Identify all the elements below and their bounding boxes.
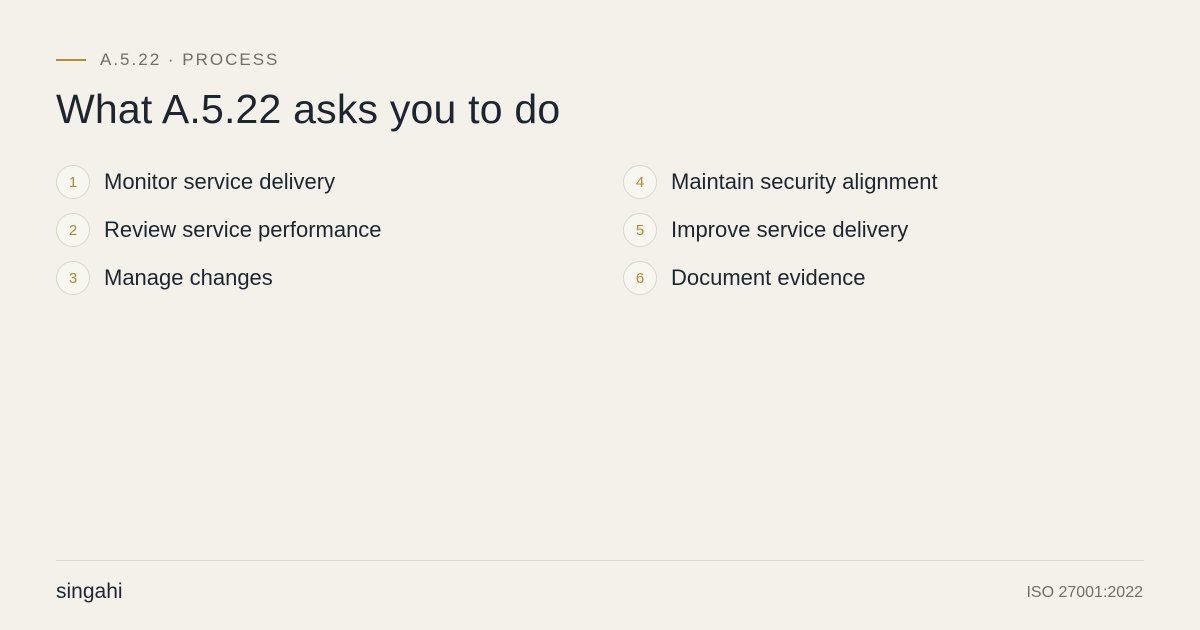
list-item: 6 Document evidence (623, 261, 938, 295)
standard-reference: ISO 27001:2022 (1026, 584, 1143, 601)
list-item: 2 Review service performance (56, 213, 382, 247)
list-item: 1 Monitor service delivery (56, 165, 382, 199)
step-label: Review service performance (104, 217, 382, 242)
step-label: Maintain security alignment (671, 169, 938, 194)
step-number-badge: 4 (623, 165, 657, 199)
brand-logo-text: singahi (56, 580, 123, 603)
page-title: What A.5.22 asks you to do (56, 86, 561, 132)
step-number-badge: 5 (623, 213, 657, 247)
step-label: Monitor service delivery (104, 169, 336, 194)
slide: A.5.22 · PROCESS What A.5.22 asks you to… (0, 0, 1200, 630)
steps-list-left: 1 Monitor service delivery 2 Review serv… (56, 165, 382, 309)
eyebrow-accent-rule (56, 59, 86, 61)
list-item: 3 Manage changes (56, 261, 382, 295)
step-number-badge: 3 (56, 261, 90, 295)
list-item: 5 Improve service delivery (623, 213, 938, 247)
footer-divider (56, 560, 1144, 561)
step-number-badge: 1 (56, 165, 90, 199)
step-number-badge: 6 (623, 261, 657, 295)
list-item: 4 Maintain security alignment (623, 165, 938, 199)
steps-list-right: 4 Maintain security alignment 5 Improve … (623, 165, 938, 309)
step-label: Manage changes (104, 265, 273, 290)
eyebrow-label: A.5.22 · PROCESS (100, 50, 280, 69)
step-number-badge: 2 (56, 213, 90, 247)
step-label: Improve service delivery (671, 217, 909, 242)
step-label: Document evidence (671, 265, 866, 290)
section-eyebrow: A.5.22 · PROCESS (56, 49, 279, 71)
